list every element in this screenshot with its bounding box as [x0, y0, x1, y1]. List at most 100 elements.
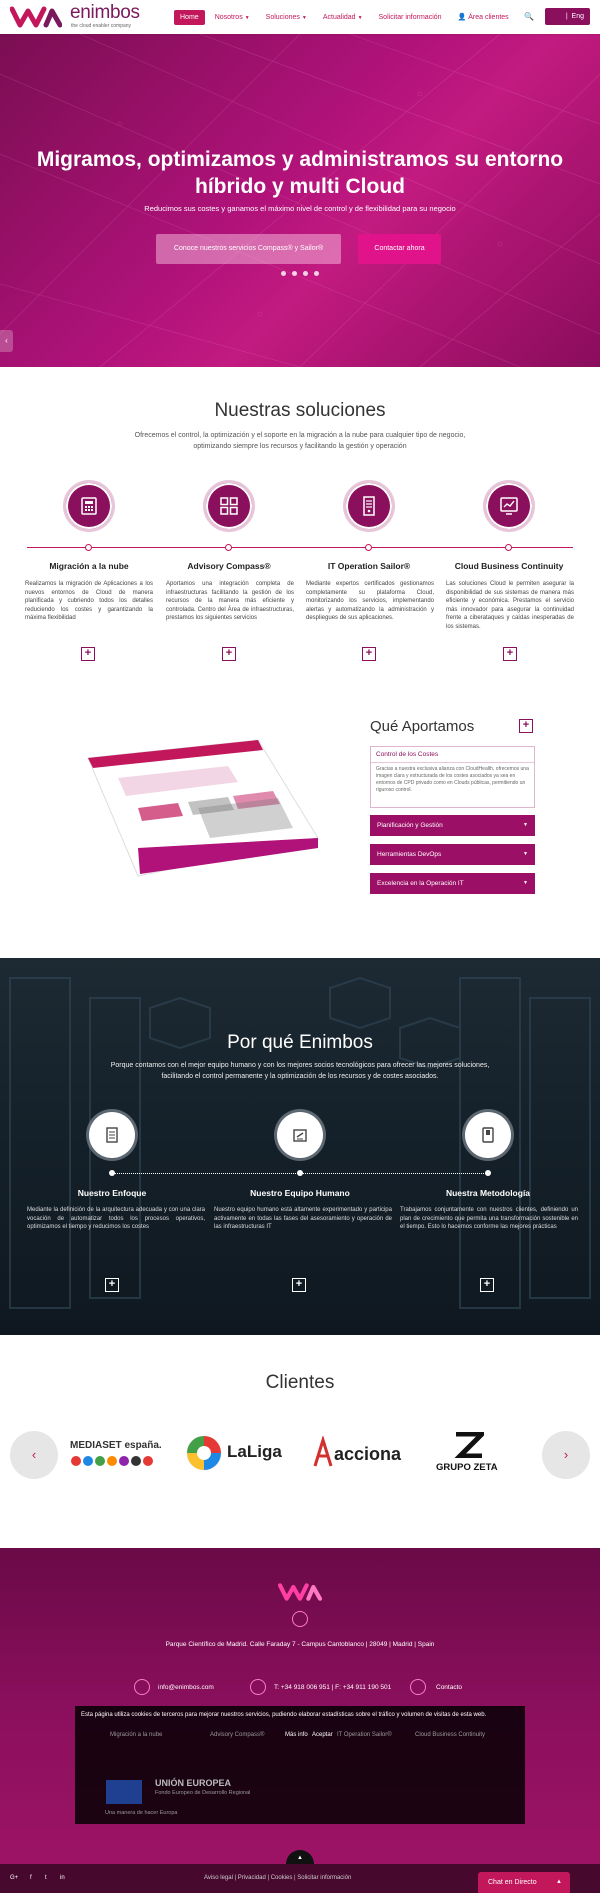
slider-prev-icon[interactable]: ‹ [0, 330, 13, 352]
hero-title-line2: híbrido y multi Cloud [195, 175, 405, 198]
client-logo-laliga: LaLiga [185, 1432, 290, 1476]
language-switch[interactable]: | Eng [545, 8, 590, 25]
client-logo-grupo-zeta: GRUPO ZETA [436, 1432, 506, 1478]
footer-email[interactable]: info@enimbos.com [158, 1684, 214, 1691]
eu-title: UNIÓN EUROPEA [155, 1778, 232, 1788]
solutions-timeline [27, 547, 573, 548]
expand-plus-icon[interactable]: + [503, 647, 517, 661]
client-logo-text: MEDIASET españa. [70, 1440, 162, 1451]
why-section: Por qué Enimbos Porque contamos con el m… [0, 958, 600, 1335]
nav-home[interactable]: Home [174, 10, 205, 25]
cookie-more-info-link[interactable]: Más info [285, 1732, 308, 1738]
nav-nosotros-label: Nosotros [214, 14, 243, 21]
why-desc-line2: facilitando el control permanente y la o… [161, 1073, 439, 1080]
accordion-open-title[interactable]: Control de los Costes [371, 747, 534, 763]
expand-plus-icon[interactable]: + [480, 1278, 494, 1292]
twitter-icon[interactable]: t [45, 1875, 47, 1881]
footer-contact-link[interactable]: Contacto [436, 1684, 462, 1691]
carousel-prev-icon[interactable]: ‹ [10, 1431, 58, 1479]
solution-text: Las soluciones Cloud le permiten asegura… [446, 581, 574, 630]
why-item-text: Nuestro equipo humano está altamente exp… [214, 1207, 392, 1230]
timeline-dot [365, 544, 372, 551]
slider-dot-active[interactable] [292, 271, 297, 276]
logo-text[interactable]: enimbos [70, 2, 140, 24]
services-button[interactable]: Conoce nuestros servicios Compass® y Sai… [156, 234, 341, 264]
expand-plus-icon[interactable]: + [292, 1278, 306, 1292]
facebook-icon[interactable]: f [30, 1875, 32, 1881]
nav-area-clientes[interactable]: 👤 Área clientes [452, 10, 515, 25]
document-icon [89, 1112, 135, 1158]
solution-title: Cloud Business Continuity [454, 561, 564, 571]
eu-fund: Fondo Europeo de Desarrollo Regional [155, 1790, 251, 1796]
phone-icon [250, 1679, 266, 1695]
client-logo-text: acciona [334, 1444, 402, 1464]
cookie-text: Esta página utiliza cookies de terceros … [81, 1712, 487, 1718]
footer-link[interactable]: Cloud Business Continuity [415, 1732, 485, 1738]
nav-soluciones[interactable]: Soluciones ▼ [260, 10, 313, 25]
timeline-dot [485, 1170, 491, 1176]
legal-links[interactable]: Aviso legal | Privacidad | Cookies | Sol… [204, 1875, 351, 1881]
client-logo-mediaset: MEDIASET españa. [70, 1440, 170, 1480]
chevron-down-icon: ▼ [523, 880, 528, 886]
contact-button[interactable]: Contactar ahora [358, 234, 441, 264]
timeline-dot [505, 544, 512, 551]
timeline-dot [85, 544, 92, 551]
slider-dot[interactable] [281, 271, 286, 276]
solution-text: Mediante expertos certificados gestionam… [306, 581, 434, 621]
footer-link[interactable]: Advisory Compass® [210, 1732, 264, 1738]
timeline-dot [109, 1170, 115, 1176]
footer-bottom-bar: G+ f t in Aviso legal | Privacidad | Coo… [0, 1864, 600, 1893]
email-icon [134, 1679, 150, 1695]
accordion-item[interactable]: Planificación y Gestión ▼ [370, 815, 535, 836]
live-chat-label: Chat en Directo [488, 1879, 537, 1886]
why-title: Por qué Enimbos [227, 1032, 373, 1053]
nav-actualidad[interactable]: Actualidad ▼ [317, 10, 369, 25]
expand-plus-icon[interactable]: + [362, 647, 376, 661]
slider-dot[interactable] [303, 271, 308, 276]
hero-title: Migramos, optimizamos y administramos su… [0, 146, 600, 200]
expand-plus-icon[interactable]: + [519, 719, 533, 733]
user-icon: 👤 [457, 14, 469, 21]
search-icon[interactable]: 🔍 [524, 12, 534, 21]
nav-solicitar-informacion[interactable]: Solicitar información [373, 10, 448, 25]
accordion-item-label: Herramientas DevOps [377, 851, 442, 858]
slider-dot[interactable] [314, 271, 319, 276]
accordion-item-label: Planificación y Gestión [377, 822, 443, 829]
footer-phone: T: +34 918 006 951 | F: +34 911 190 501 [274, 1684, 392, 1691]
calculator-icon [63, 480, 115, 532]
why-desc: Porque contamos con el mejor equipo huma… [70, 1060, 530, 1082]
expand-plus-icon[interactable]: + [222, 647, 236, 661]
why-item-title: Nuestro Equipo Humano [250, 1188, 350, 1198]
accordion-item[interactable]: Excelencia en la Operación IT ▼ [370, 873, 535, 894]
timeline-dot [225, 544, 232, 551]
footer-address: Parque Científico de Madrid. Calle Farad… [165, 1641, 435, 1648]
contact-icon [410, 1679, 426, 1695]
mediaset-channel-dots [71, 1456, 153, 1466]
timeline-dot [297, 1170, 303, 1176]
hero-subtitle: Reducimos sus costes y ganamos el máximo… [144, 204, 456, 213]
why-item-title: Nuestro Enfoque [77, 1188, 147, 1198]
nav-nosotros[interactable]: Nosotros ▼ [209, 10, 256, 25]
zeta-emblem-icon [454, 1432, 484, 1458]
enimbos-footer-logo-icon[interactable] [276, 1582, 324, 1602]
scroll-top-icon[interactable]: ▲ [286, 1850, 314, 1864]
footer-link[interactable]: Migración a la nube [110, 1732, 162, 1738]
enimbos-logo-icon[interactable] [10, 5, 62, 29]
nav-area-clientes-label: Área clientes [468, 14, 509, 21]
location-pin-icon [292, 1611, 308, 1627]
cookie-accept-button[interactable]: Aceptar [312, 1732, 333, 1738]
expand-plus-icon[interactable]: + [81, 647, 95, 661]
expand-plus-icon[interactable]: + [105, 1278, 119, 1292]
chevron-down-icon: ▼ [523, 851, 528, 857]
solution-text: Aportamos una integración completa de in… [166, 581, 294, 621]
linkedin-icon[interactable]: in [60, 1875, 65, 1881]
carousel-next-icon[interactable]: › [542, 1431, 590, 1479]
live-chat-button[interactable]: Chat en Directo ▲ [478, 1872, 570, 1893]
aportamos-title: Qué Aportamos [370, 718, 475, 735]
cookie-banner: Esta página utiliza cookies de terceros … [75, 1706, 525, 1824]
googleplus-icon[interactable]: G+ [10, 1875, 18, 1881]
soluciones-desc: Ofrecemos el control, la optimización y … [134, 432, 466, 450]
accordion-item[interactable]: Herramientas DevOps ▼ [370, 844, 535, 865]
footer-link[interactable]: IT Operation Sailor® [337, 1732, 392, 1738]
why-item-text: Mediante la definición de la arquitectur… [27, 1207, 205, 1230]
